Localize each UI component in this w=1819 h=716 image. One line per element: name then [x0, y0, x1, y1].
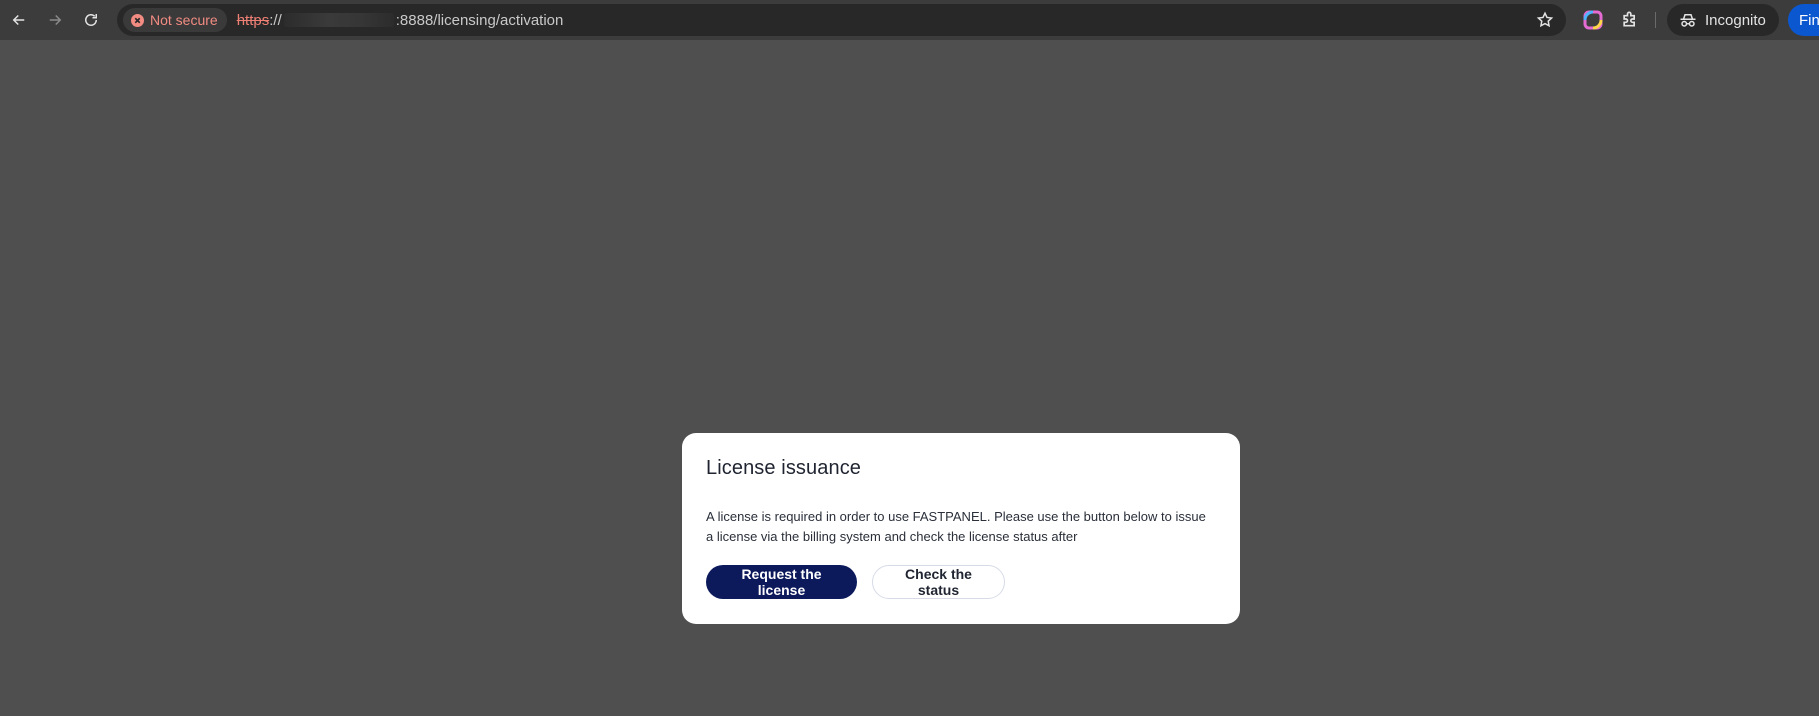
finish-update-button[interactable]: Fini	[1788, 4, 1819, 36]
incognito-button[interactable]: Incognito	[1667, 4, 1779, 36]
finish-label: Fini	[1799, 11, 1819, 29]
reload-icon	[85, 14, 97, 26]
back-button[interactable]	[1, 2, 37, 38]
arrow-right-icon	[49, 14, 62, 26]
redacted-host	[283, 13, 394, 27]
dialog-message: A license is required in order to use FA…	[706, 509, 1206, 544]
arrow-left-icon	[12, 14, 25, 26]
url-separator: ://	[269, 11, 282, 29]
security-chip[interactable]: Not secure	[123, 8, 227, 32]
dialog-actions: Request the license Check the status	[706, 565, 1216, 599]
toolbar-divider	[1655, 12, 1656, 28]
warning-icon	[131, 13, 144, 27]
bookmark-star-icon[interactable]	[1536, 11, 1554, 34]
reload-button[interactable]	[73, 2, 109, 38]
security-chip-label: Not secure	[150, 12, 218, 28]
dialog-title: License issuance	[706, 457, 862, 479]
url-scheme: https	[236, 11, 270, 29]
incognito-label: Incognito	[1705, 11, 1766, 29]
url-path: :8888/licensing/activation	[395, 11, 564, 29]
forward-button[interactable]	[37, 2, 73, 38]
browser-toolbar: Not secure https :// :8888/licensing/act…	[0, 0, 1819, 40]
extensions-puzzle-icon[interactable]	[1620, 9, 1640, 34]
url-text[interactable]: https :// :8888/licensing/activation	[237, 12, 564, 29]
incognito-icon	[1680, 14, 1696, 27]
check-status-button[interactable]: Check the status	[872, 565, 1005, 599]
color-extension-icon[interactable]	[1583, 10, 1603, 30]
license-dialog: License issuance A license is required i…	[682, 433, 1240, 624]
address-bar[interactable]: Not secure https :// :8888/licensing/act…	[117, 4, 1566, 36]
request-license-button[interactable]: Request the license	[706, 565, 857, 599]
